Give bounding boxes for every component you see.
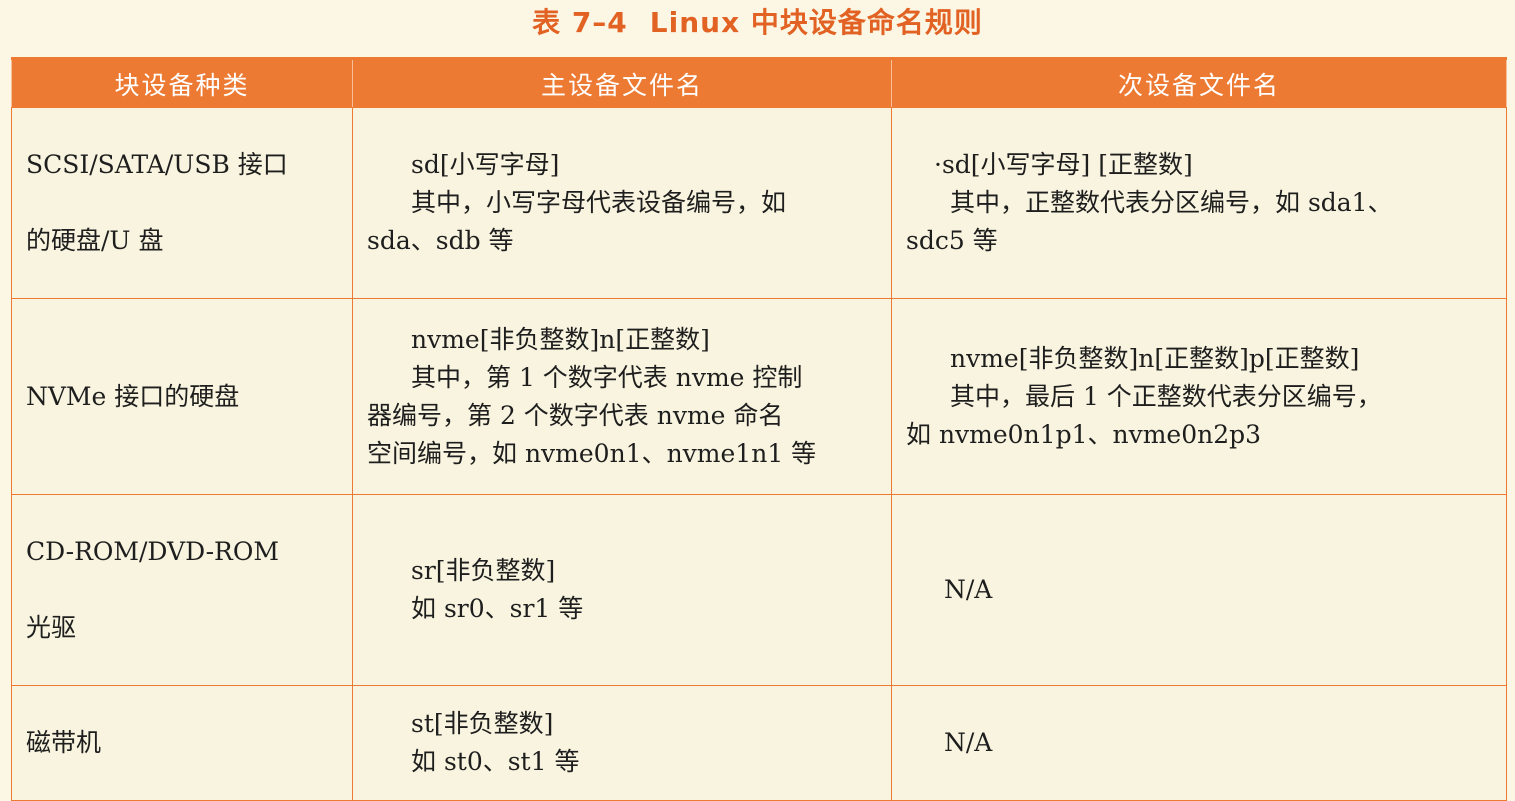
cell-line: 的硬盘/U 盘 bbox=[26, 226, 164, 255]
minor-file-cell: ·sd[小写字母] [正整数] 其中，正整数代表分区编号，如 sda1、 sdc… bbox=[891, 107, 1507, 299]
main-file-cell: st[非负整数] 如 st0、st1 等 bbox=[352, 685, 892, 801]
naming-pattern: ·sd[小写字母] [正整数] bbox=[934, 150, 1193, 179]
cell-line: 其中，正整数代表分区编号，如 sda1、 bbox=[950, 188, 1393, 217]
cell-line: 如 st0、st1 等 bbox=[411, 747, 580, 776]
table-row: NVMe 接口的硬盘 nvme[非负整数]n[正整数] 其中，第 1 个数字代表… bbox=[11, 298, 1507, 495]
header-row: 块设备种类 主设备文件名 次设备文件名 bbox=[11, 57, 1507, 108]
cell-line: 磁带机 bbox=[26, 728, 102, 757]
header-device-type: 块设备种类 bbox=[11, 57, 353, 108]
table-number: 表 7–4 bbox=[532, 6, 628, 39]
cell-line: 其中，最后 1 个正整数代表分区编号， bbox=[950, 381, 1382, 411]
table-caption: 表 7–4 Linux 中块设备命名规则 bbox=[0, 2, 1515, 52]
naming-pattern: sd[小写字母] bbox=[411, 150, 560, 179]
cell-line: 光驱 bbox=[26, 613, 77, 642]
table-title: Linux 中块设备命名规则 bbox=[649, 6, 983, 39]
header-main-file-name: 主设备文件名 bbox=[352, 57, 892, 108]
naming-pattern: nvme[非负整数]n[正整数] bbox=[411, 324, 710, 354]
cell-line: sda、sdb 等 bbox=[367, 226, 514, 255]
cell-line: NVMe 接口的硬盘 bbox=[26, 381, 240, 411]
device-type-cell: 磁带机 bbox=[11, 685, 353, 801]
main-file-cell: sr[非负整数] 如 sr0、sr1 等 bbox=[352, 494, 892, 686]
cell-line: 空间编号，如 nvme0n1、nvme1n1 等 bbox=[367, 438, 817, 468]
cell-line: sdc5 等 bbox=[906, 226, 998, 255]
cell-line: 其中，第 1 个数字代表 nvme 控制 bbox=[411, 362, 803, 392]
device-type-cell: NVMe 接口的硬盘 bbox=[11, 298, 353, 495]
minor-file-cell: nvme[非负整数]n[正整数]p[正整数] 其中，最后 1 个正整数代表分区编… bbox=[891, 298, 1507, 495]
cell-line: 其中，小写字母代表设备编号，如 bbox=[411, 188, 787, 217]
not-applicable-value: N/A bbox=[944, 575, 993, 604]
naming-pattern: sr[非负整数] bbox=[411, 556, 556, 585]
cell-line: CD-ROM/DVD-ROM bbox=[26, 537, 279, 566]
header-minor-file-name: 次设备文件名 bbox=[891, 57, 1507, 108]
table-row: SCSI/SATA/USB 接口 的硬盘/U 盘 sd[小写字母] 其中，小写字… bbox=[11, 107, 1507, 299]
table-row: CD-ROM/DVD-ROM 光驱 sr[非负整数] 如 sr0、sr1 等 N… bbox=[11, 494, 1507, 686]
device-type-cell: CD-ROM/DVD-ROM 光驱 bbox=[11, 494, 353, 686]
main-file-cell: nvme[非负整数]n[正整数] 其中，第 1 个数字代表 nvme 控制 器编… bbox=[352, 298, 892, 495]
main-file-cell: sd[小写字母] 其中，小写字母代表设备编号，如 sda、sdb 等 bbox=[352, 107, 892, 299]
cell-line: 如 sr0、sr1 等 bbox=[411, 594, 584, 623]
table-row: 磁带机 st[非负整数] 如 st0、st1 等 N/A bbox=[11, 685, 1507, 801]
minor-file-cell: N/A bbox=[891, 685, 1507, 801]
cell-line: 器编号，第 2 个数字代表 nvme 命名 bbox=[367, 400, 784, 430]
not-applicable-value: N/A bbox=[944, 728, 993, 757]
naming-pattern: st[非负整数] bbox=[411, 709, 554, 738]
naming-rules-table: 块设备种类 主设备文件名 次设备文件名 SCSI/SATA/USB 接口 的硬盘… bbox=[11, 57, 1507, 801]
minor-file-cell: N/A bbox=[891, 494, 1507, 686]
cell-line: 如 nvme0n1p1、nvme0n2p3 bbox=[906, 419, 1262, 449]
naming-pattern: nvme[非负整数]n[正整数]p[正整数] bbox=[950, 343, 1360, 373]
cell-line: SCSI/SATA/USB 接口 bbox=[26, 150, 288, 179]
device-type-cell: SCSI/SATA/USB 接口 的硬盘/U 盘 bbox=[11, 107, 353, 299]
